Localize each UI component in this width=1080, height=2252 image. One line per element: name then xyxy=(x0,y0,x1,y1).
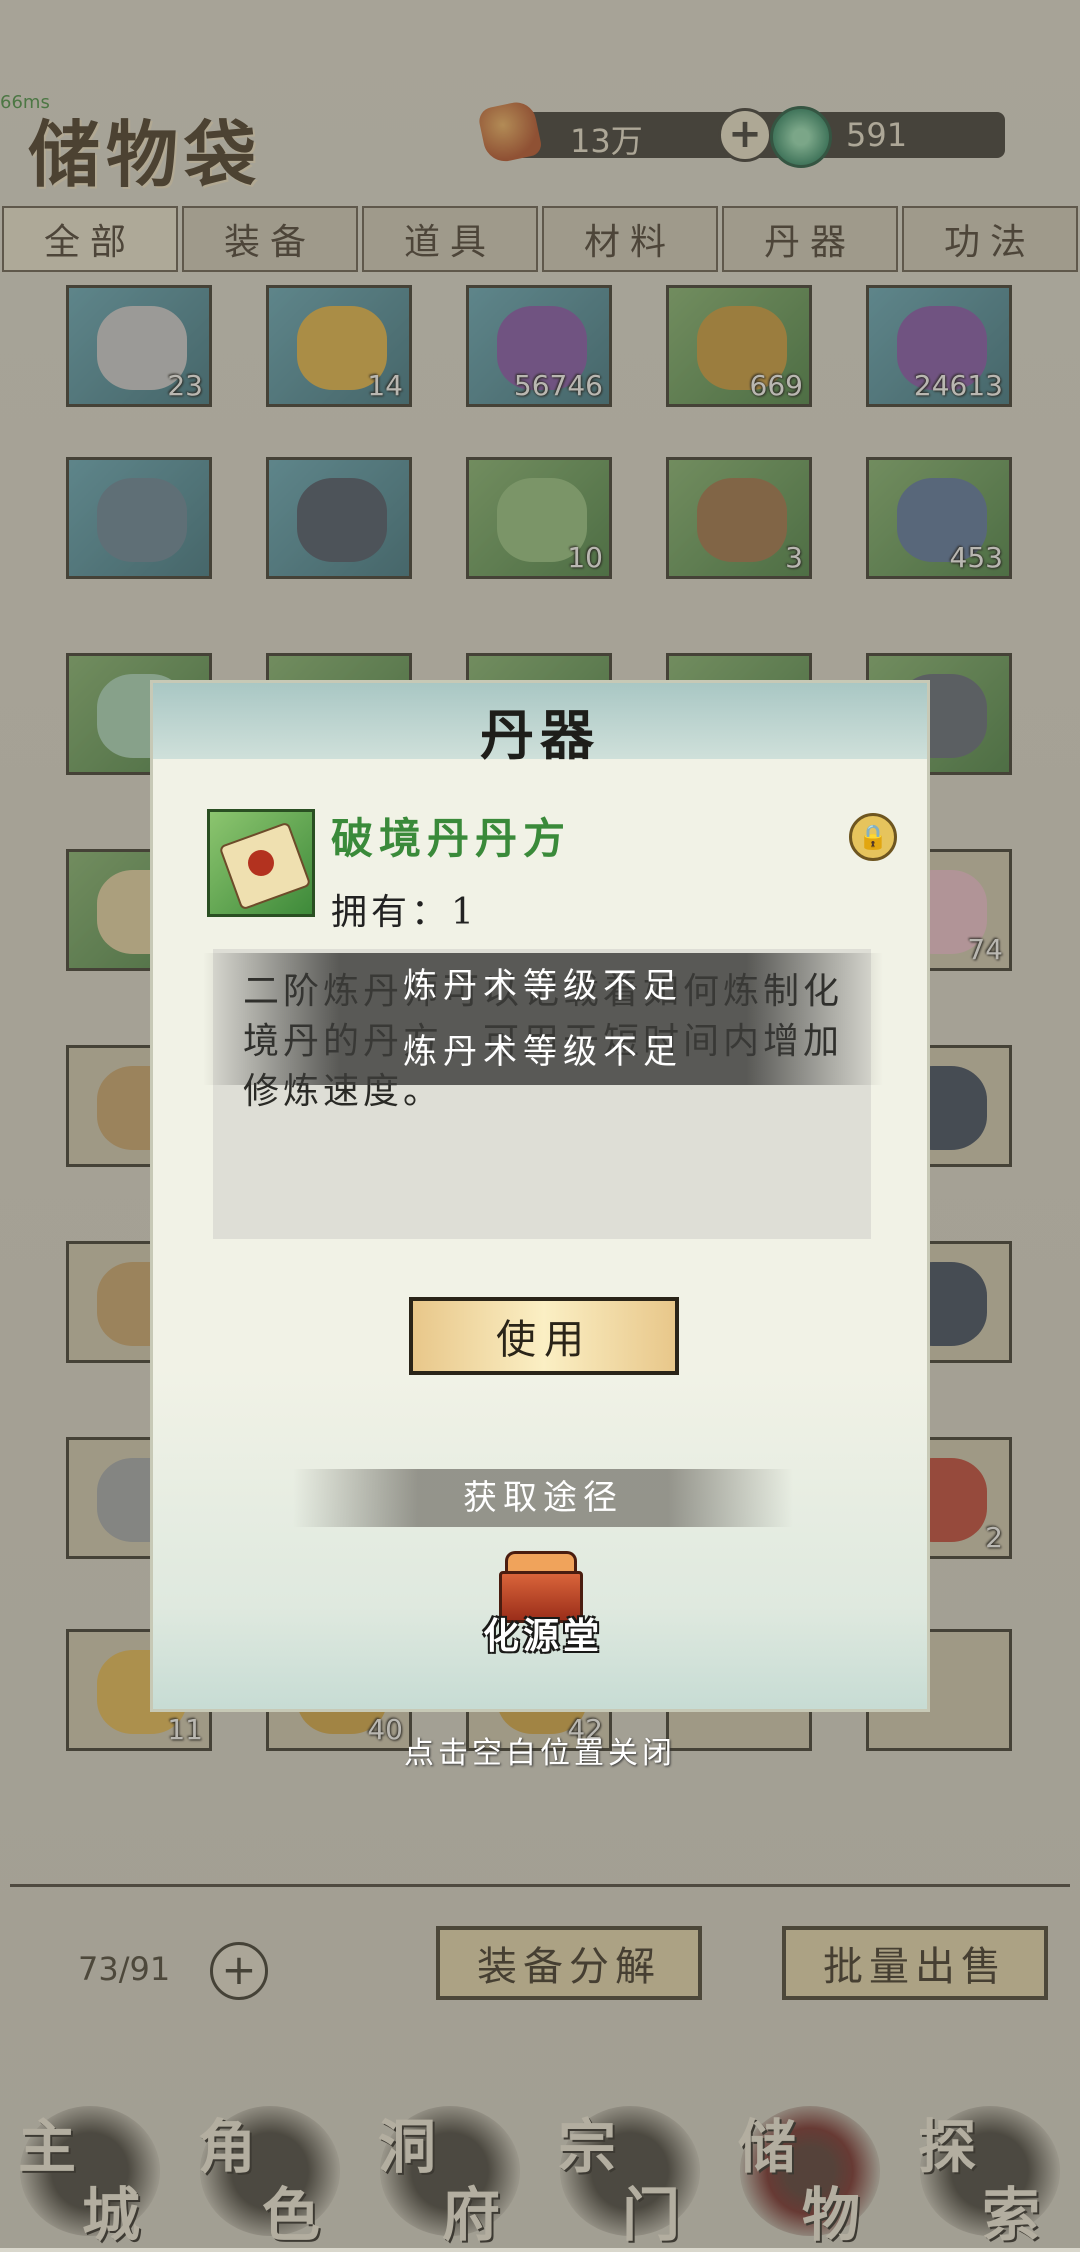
recipe-scroll-icon xyxy=(207,809,315,917)
toast-text: 炼丹术等级不足 xyxy=(403,1032,683,1072)
source-name[interactable]: 化源堂 xyxy=(153,1607,927,1659)
lock-icon[interactable]: 🔒 xyxy=(849,813,897,861)
close-hint: 点击空白位置关闭 xyxy=(404,1736,676,1771)
item-name: 破境丹丹方 xyxy=(331,814,572,863)
dialog-title: 丹器 xyxy=(480,703,600,767)
toast-text: 炼丹术等级不足 xyxy=(403,966,683,1006)
item-detail-dialog: 丹器 破境丹丹方 拥有：1 🔒 二阶炼丹师可以记载着如何炼制化境丹的丹方，可用于… xyxy=(150,680,930,1712)
inventory-screen: 66ms 储物袋 13万 + 591 全部 装备 道具 材料 丹器 功法 23 1… xyxy=(0,0,1080,2249)
toast-message: 炼丹术等级不足 xyxy=(203,953,883,1019)
owned-count: 拥有：1 xyxy=(331,892,478,933)
source-header: 获取途径 xyxy=(293,1469,793,1527)
source-title: 获取途径 xyxy=(463,1478,623,1518)
scroll-seal xyxy=(248,850,274,876)
use-button[interactable]: 使用 xyxy=(409,1297,679,1375)
toast-message: 炼丹术等级不足 xyxy=(203,1019,883,1085)
